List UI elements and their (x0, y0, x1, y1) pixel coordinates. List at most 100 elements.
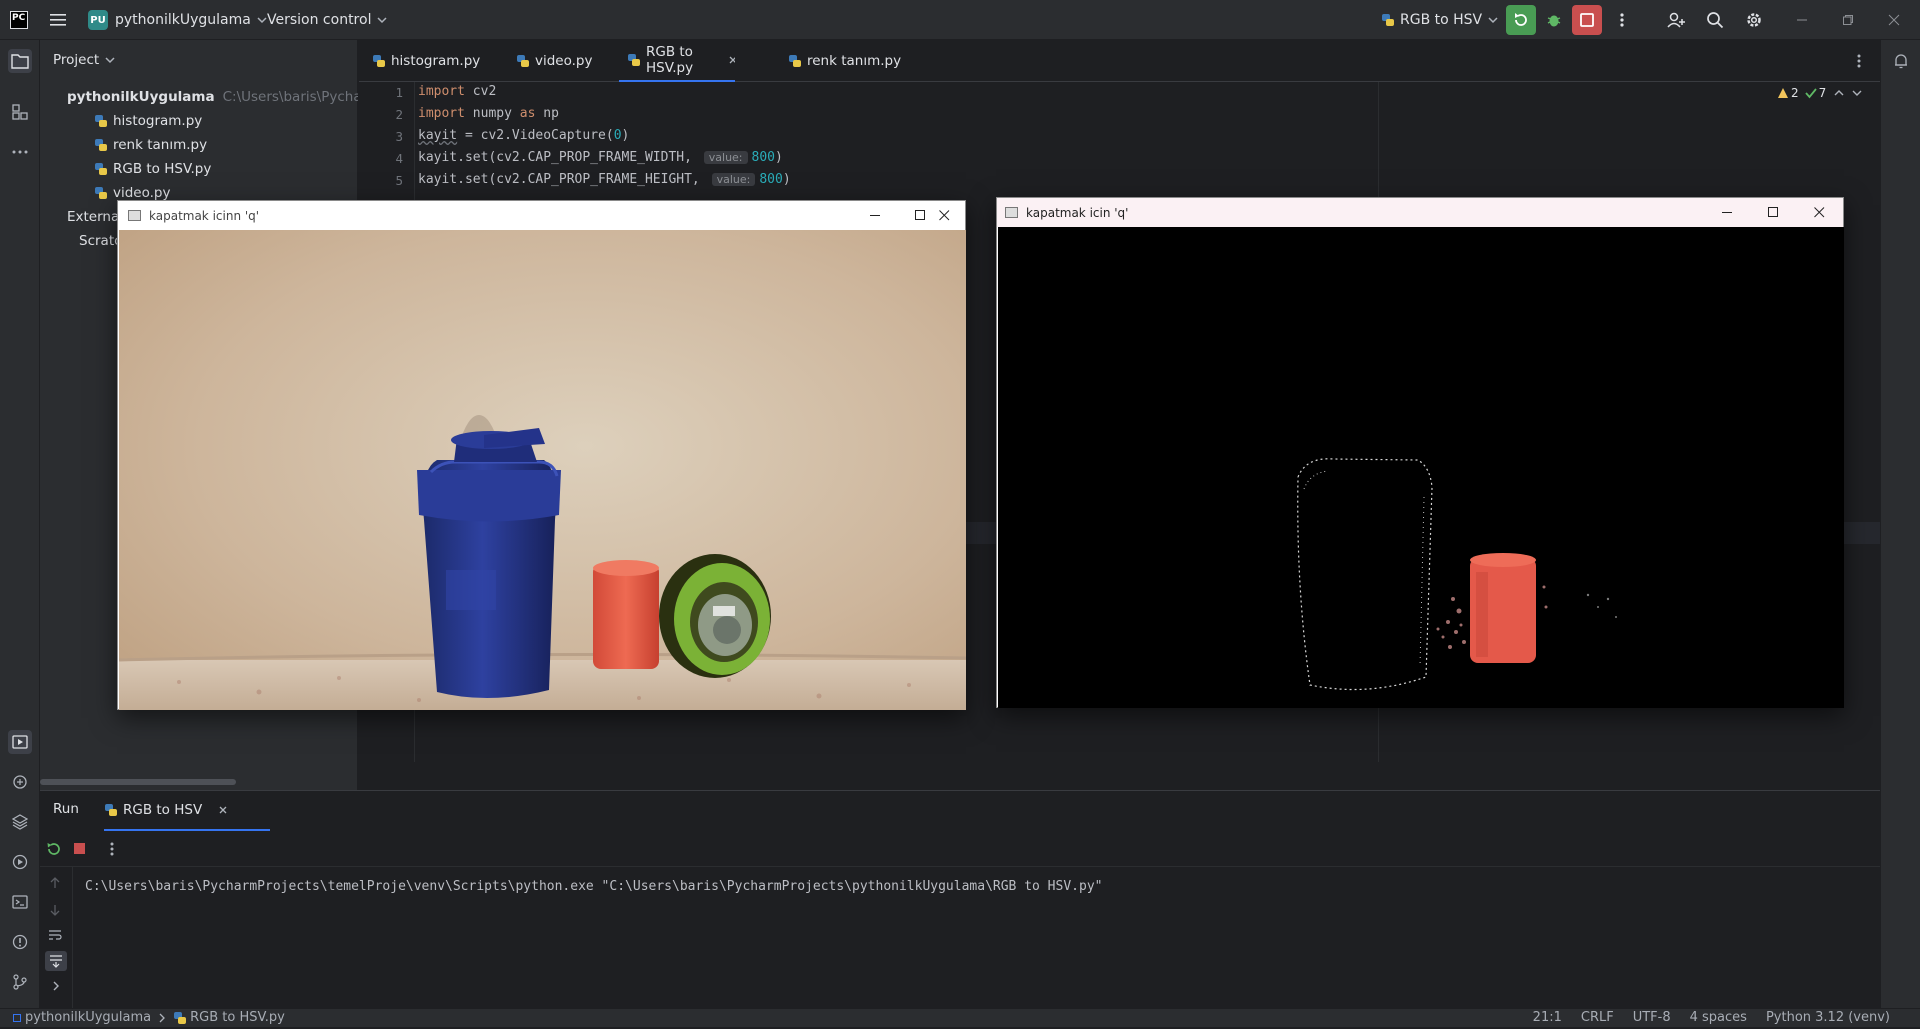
tab-label: renk tanım.py (807, 53, 902, 69)
python-file-icon (173, 1011, 187, 1025)
stop-icon (1580, 13, 1594, 27)
app-logo[interactable]: PC (10, 11, 28, 29)
debug-button[interactable] (1542, 8, 1566, 32)
python-file-icon (94, 162, 108, 176)
maximize-icon[interactable] (1750, 198, 1796, 227)
chevron-right-icon[interactable] (51, 980, 61, 995)
tree-file-rgb-to-hsv[interactable]: RGB to HSV.py (94, 157, 211, 181)
file-encoding[interactable]: UTF-8 (1633, 1010, 1671, 1025)
git-icon[interactable] (8, 970, 32, 994)
status-widgets: 21:1 CRLF UTF-8 4 spaces Python 3.12 (ve… (1533, 1010, 1890, 1025)
line-number: 3 (395, 129, 403, 144)
tab-renk-tanim[interactable]: renk tanım.py (788, 40, 901, 82)
run-config-tab-label: RGB to HSV (123, 802, 203, 818)
tab-rgb-to-hsv[interactable]: RGB to HSV.py (619, 40, 735, 82)
project-panel-title[interactable]: Project (53, 48, 115, 72)
python-packages-icon[interactable] (8, 810, 32, 834)
opencv-window-mask[interactable]: kapatmak icin 'q' (996, 197, 1844, 708)
close-tab-icon[interactable] (728, 55, 735, 65)
caret-position[interactable]: 21:1 (1533, 1010, 1562, 1025)
line-separator[interactable]: CRLF (1581, 1010, 1614, 1025)
close-icon[interactable] (921, 201, 967, 230)
left-tool-strip (0, 40, 40, 1008)
restore-window-icon[interactable] (1836, 8, 1860, 32)
run-panel-tab-config[interactable]: RGB to HSV (104, 791, 270, 831)
camera-frame-original (119, 230, 966, 710)
problems-icon[interactable] (8, 930, 32, 954)
tree-root[interactable]: pythonilkUygulama C:\Users\baris\Pycharm… (54, 85, 358, 109)
run-config-selector[interactable]: RGB to HSV (1381, 0, 1498, 40)
tabs-more-icon[interactable] (1847, 49, 1871, 73)
window-titlebar[interactable]: kapatmak icinn 'q' (118, 201, 965, 230)
tab-label: RGB to HSV.py (646, 44, 694, 76)
window-icon (128, 210, 141, 221)
stop-icon[interactable] (73, 842, 86, 859)
python-file-icon (372, 54, 386, 68)
breadcrumb: pythonilkUygulama RGB to HSV.py (13, 1010, 285, 1025)
python-file-icon (94, 114, 108, 128)
chevron-down-icon[interactable] (1852, 88, 1862, 98)
chevron-down-icon (105, 57, 115, 64)
line-number: 2 (395, 107, 403, 122)
search-icon[interactable] (1703, 8, 1727, 32)
terminal-icon[interactable] (8, 890, 32, 914)
minimize-icon[interactable] (1704, 198, 1750, 227)
bug-icon (1547, 15, 1561, 27)
python-console-icon[interactable] (8, 770, 32, 794)
chevron-up-icon[interactable] (1834, 88, 1844, 98)
run-toolbar (40, 831, 1880, 867)
rerun-button[interactable] (1506, 5, 1536, 35)
scroll-to-end-icon[interactable] (45, 951, 67, 971)
arrow-down-icon[interactable] (49, 904, 61, 920)
tab-video[interactable]: video.py (516, 40, 593, 82)
tree-root-path: C:\Users\baris\PycharmProjects\pythonilk… (222, 89, 358, 105)
line-number: 5 (395, 173, 403, 188)
param-hint: value: (703, 151, 748, 164)
vcs-selector[interactable]: Version control (267, 0, 387, 40)
run-output: C:\Users\baris\PycharmProjects\temelProj… (85, 879, 1103, 894)
minimize-icon[interactable] (852, 201, 898, 230)
notifications-icon[interactable] (1889, 49, 1913, 73)
project-tool-icon[interactable] (8, 49, 32, 73)
breadcrumb-project[interactable]: pythonilkUygulama (25, 1010, 151, 1025)
arrow-up-icon[interactable] (49, 877, 61, 893)
title-bar: PC PU pythonilkUygulama Version control … (0, 0, 1920, 40)
close-icon[interactable] (1796, 198, 1842, 227)
more-tools-icon[interactable] (8, 140, 32, 164)
opencv-window-original[interactable]: kapatmak icinn 'q' (117, 200, 966, 710)
run-tool-icon[interactable] (8, 730, 32, 754)
indent-setting[interactable]: 4 spaces (1690, 1010, 1747, 1025)
tab-histogram[interactable]: histogram.py (372, 40, 480, 82)
line-number: 4 (395, 151, 403, 166)
python-file-icon (627, 53, 641, 67)
soft-wrap-icon[interactable] (48, 929, 62, 945)
add-user-icon[interactable] (1664, 8, 1688, 32)
code-line: kayit = cv2.VideoCapture(0) (418, 128, 630, 143)
inspection-widget[interactable]: 2 7 (1777, 86, 1862, 100)
tree-file-histogram[interactable]: histogram.py (94, 109, 202, 133)
horizontal-scrollbar[interactable] (40, 779, 236, 785)
main-menu-icon[interactable] (46, 8, 70, 32)
minimize-window-icon[interactable] (1790, 8, 1814, 32)
rerun-icon[interactable] (46, 842, 60, 860)
warning-icon (1778, 88, 1788, 98)
run-more-icon[interactable] (110, 841, 114, 861)
structure-tool-icon[interactable] (8, 100, 32, 124)
more-actions-icon[interactable] (1610, 8, 1634, 32)
tree-file-renk-tanim[interactable]: renk tanım.py (94, 133, 207, 157)
code-line: kayit.set(cv2.CAP_PROP_FRAME_WIDTH, valu… (418, 150, 783, 165)
project-badge: PU (88, 10, 108, 30)
stop-button[interactable] (1572, 5, 1602, 35)
close-tab-icon[interactable] (218, 805, 228, 815)
editor-tabs: histogram.py video.py RGB to HSV.py renk… (359, 40, 1880, 82)
run-panel-tab-run[interactable]: Run (53, 801, 79, 817)
breadcrumb-file[interactable]: RGB to HSV.py (190, 1010, 285, 1025)
python-file-icon (788, 54, 802, 68)
right-tool-strip (1880, 40, 1920, 1008)
gear-icon[interactable] (1742, 8, 1766, 32)
project-selector[interactable]: PU pythonilkUygulama (88, 0, 267, 40)
close-window-icon[interactable] (1882, 8, 1906, 32)
python-interpreter[interactable]: Python 3.12 (venv) (1766, 1010, 1890, 1025)
mask-drawing (1297, 458, 1617, 691)
services-icon[interactable] (8, 850, 32, 874)
